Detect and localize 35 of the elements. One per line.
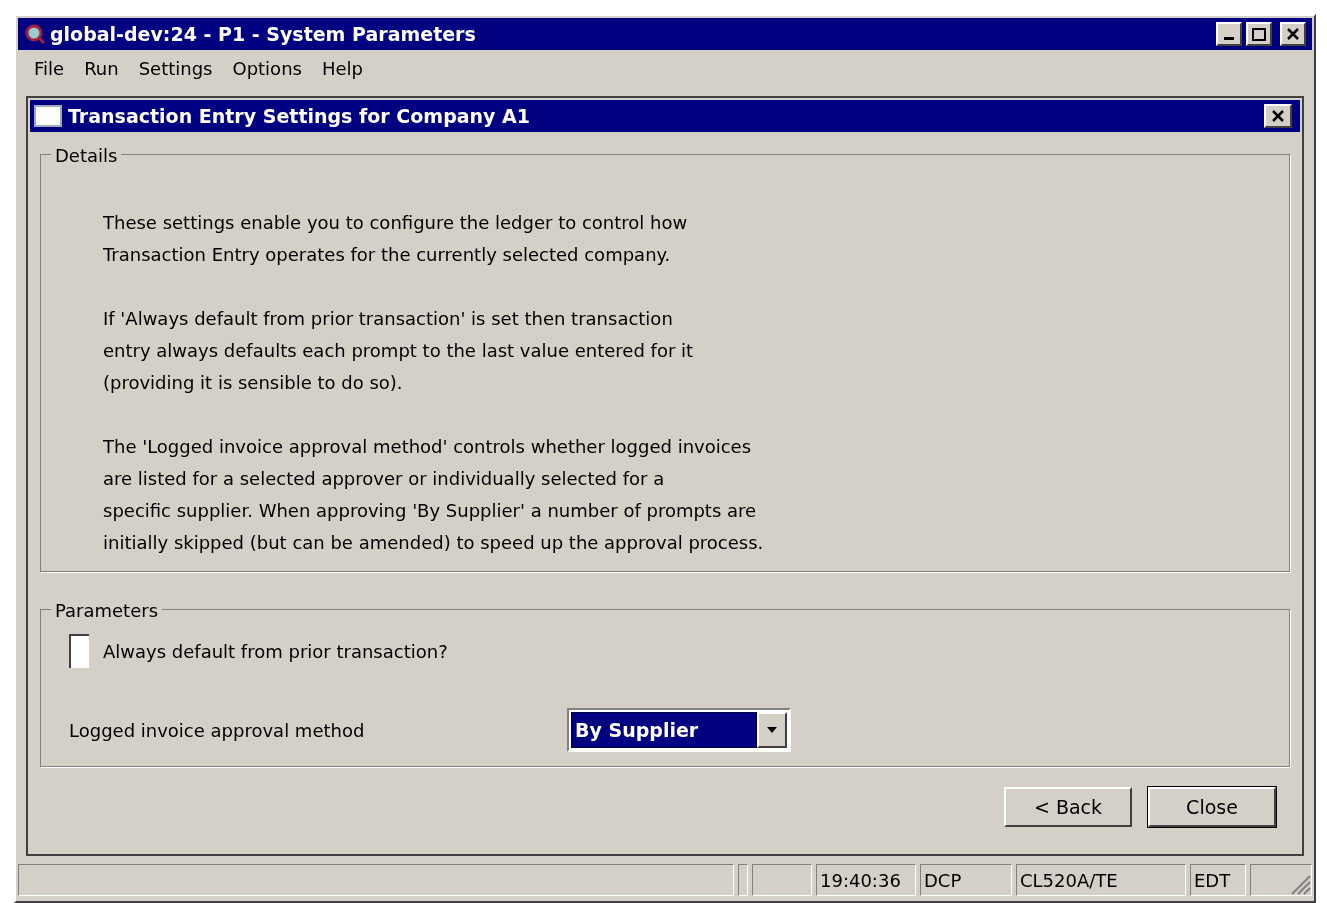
status-field: EDT xyxy=(1190,864,1246,896)
menu-item[interactable]: Run xyxy=(78,54,125,82)
caret-icon xyxy=(767,727,777,733)
minimize-icon xyxy=(1224,37,1234,40)
dropdown-button[interactable] xyxy=(757,712,787,748)
help-paragraph: If 'Always default from prior transaction' is set then transaction entry always defaults each prompt to the last value entered for it (providing it is sensible to do so). xyxy=(103,307,695,395)
maximize-icon xyxy=(1252,27,1266,41)
maximize-button[interactable] xyxy=(1246,22,1272,46)
close-icon xyxy=(1271,110,1285,122)
help-paragraph: The 'Logged invoice approval method' controls whether logged invoices are listed for a selected approver or individually selected for a specific supplier. When approving 'By Supplier' a number of prompts are initially skipped (but can be amended) to speed up the approval process. xyxy=(103,435,765,555)
close-button[interactable] xyxy=(1280,22,1306,46)
help-paragraph: These settings enable you to configure the ledger to control how Transaction Entry operates for the currently selected company. xyxy=(103,211,689,267)
menu-item[interactable]: Help xyxy=(315,54,369,82)
status-panel xyxy=(738,864,748,896)
close-icon xyxy=(1286,28,1300,40)
dialog-title: Transaction Entry Settings for Company A1 xyxy=(68,103,530,129)
approval-dropdown[interactable]: By Supplier xyxy=(567,708,791,752)
magnifier-icon xyxy=(24,23,46,45)
close-button[interactable] xyxy=(1264,104,1292,128)
checkbox-label: Always default from prior transaction? xyxy=(103,639,448,664)
status-panel xyxy=(752,864,812,896)
checkbox[interactable] xyxy=(69,634,89,668)
dialog-button[interactable]: < Back xyxy=(1004,787,1132,827)
window-icon xyxy=(34,105,62,127)
dropdown-value: By Supplier xyxy=(571,712,757,748)
minimize-button[interactable] xyxy=(1216,22,1242,46)
menu-item[interactable]: Options xyxy=(226,54,308,82)
status-field: 19:40:36 xyxy=(816,864,916,896)
status-field: DCP xyxy=(920,864,1012,896)
menu-item[interactable]: File xyxy=(28,54,71,82)
status-field: CL520A/TE xyxy=(1016,864,1186,896)
dialog-button[interactable]: Close xyxy=(1148,787,1276,827)
window-title: global-dev:24 - P1 - System Parameters xyxy=(50,21,476,47)
field-label: Logged invoice approval method xyxy=(69,718,366,743)
menu-item[interactable]: Settings xyxy=(132,54,219,82)
